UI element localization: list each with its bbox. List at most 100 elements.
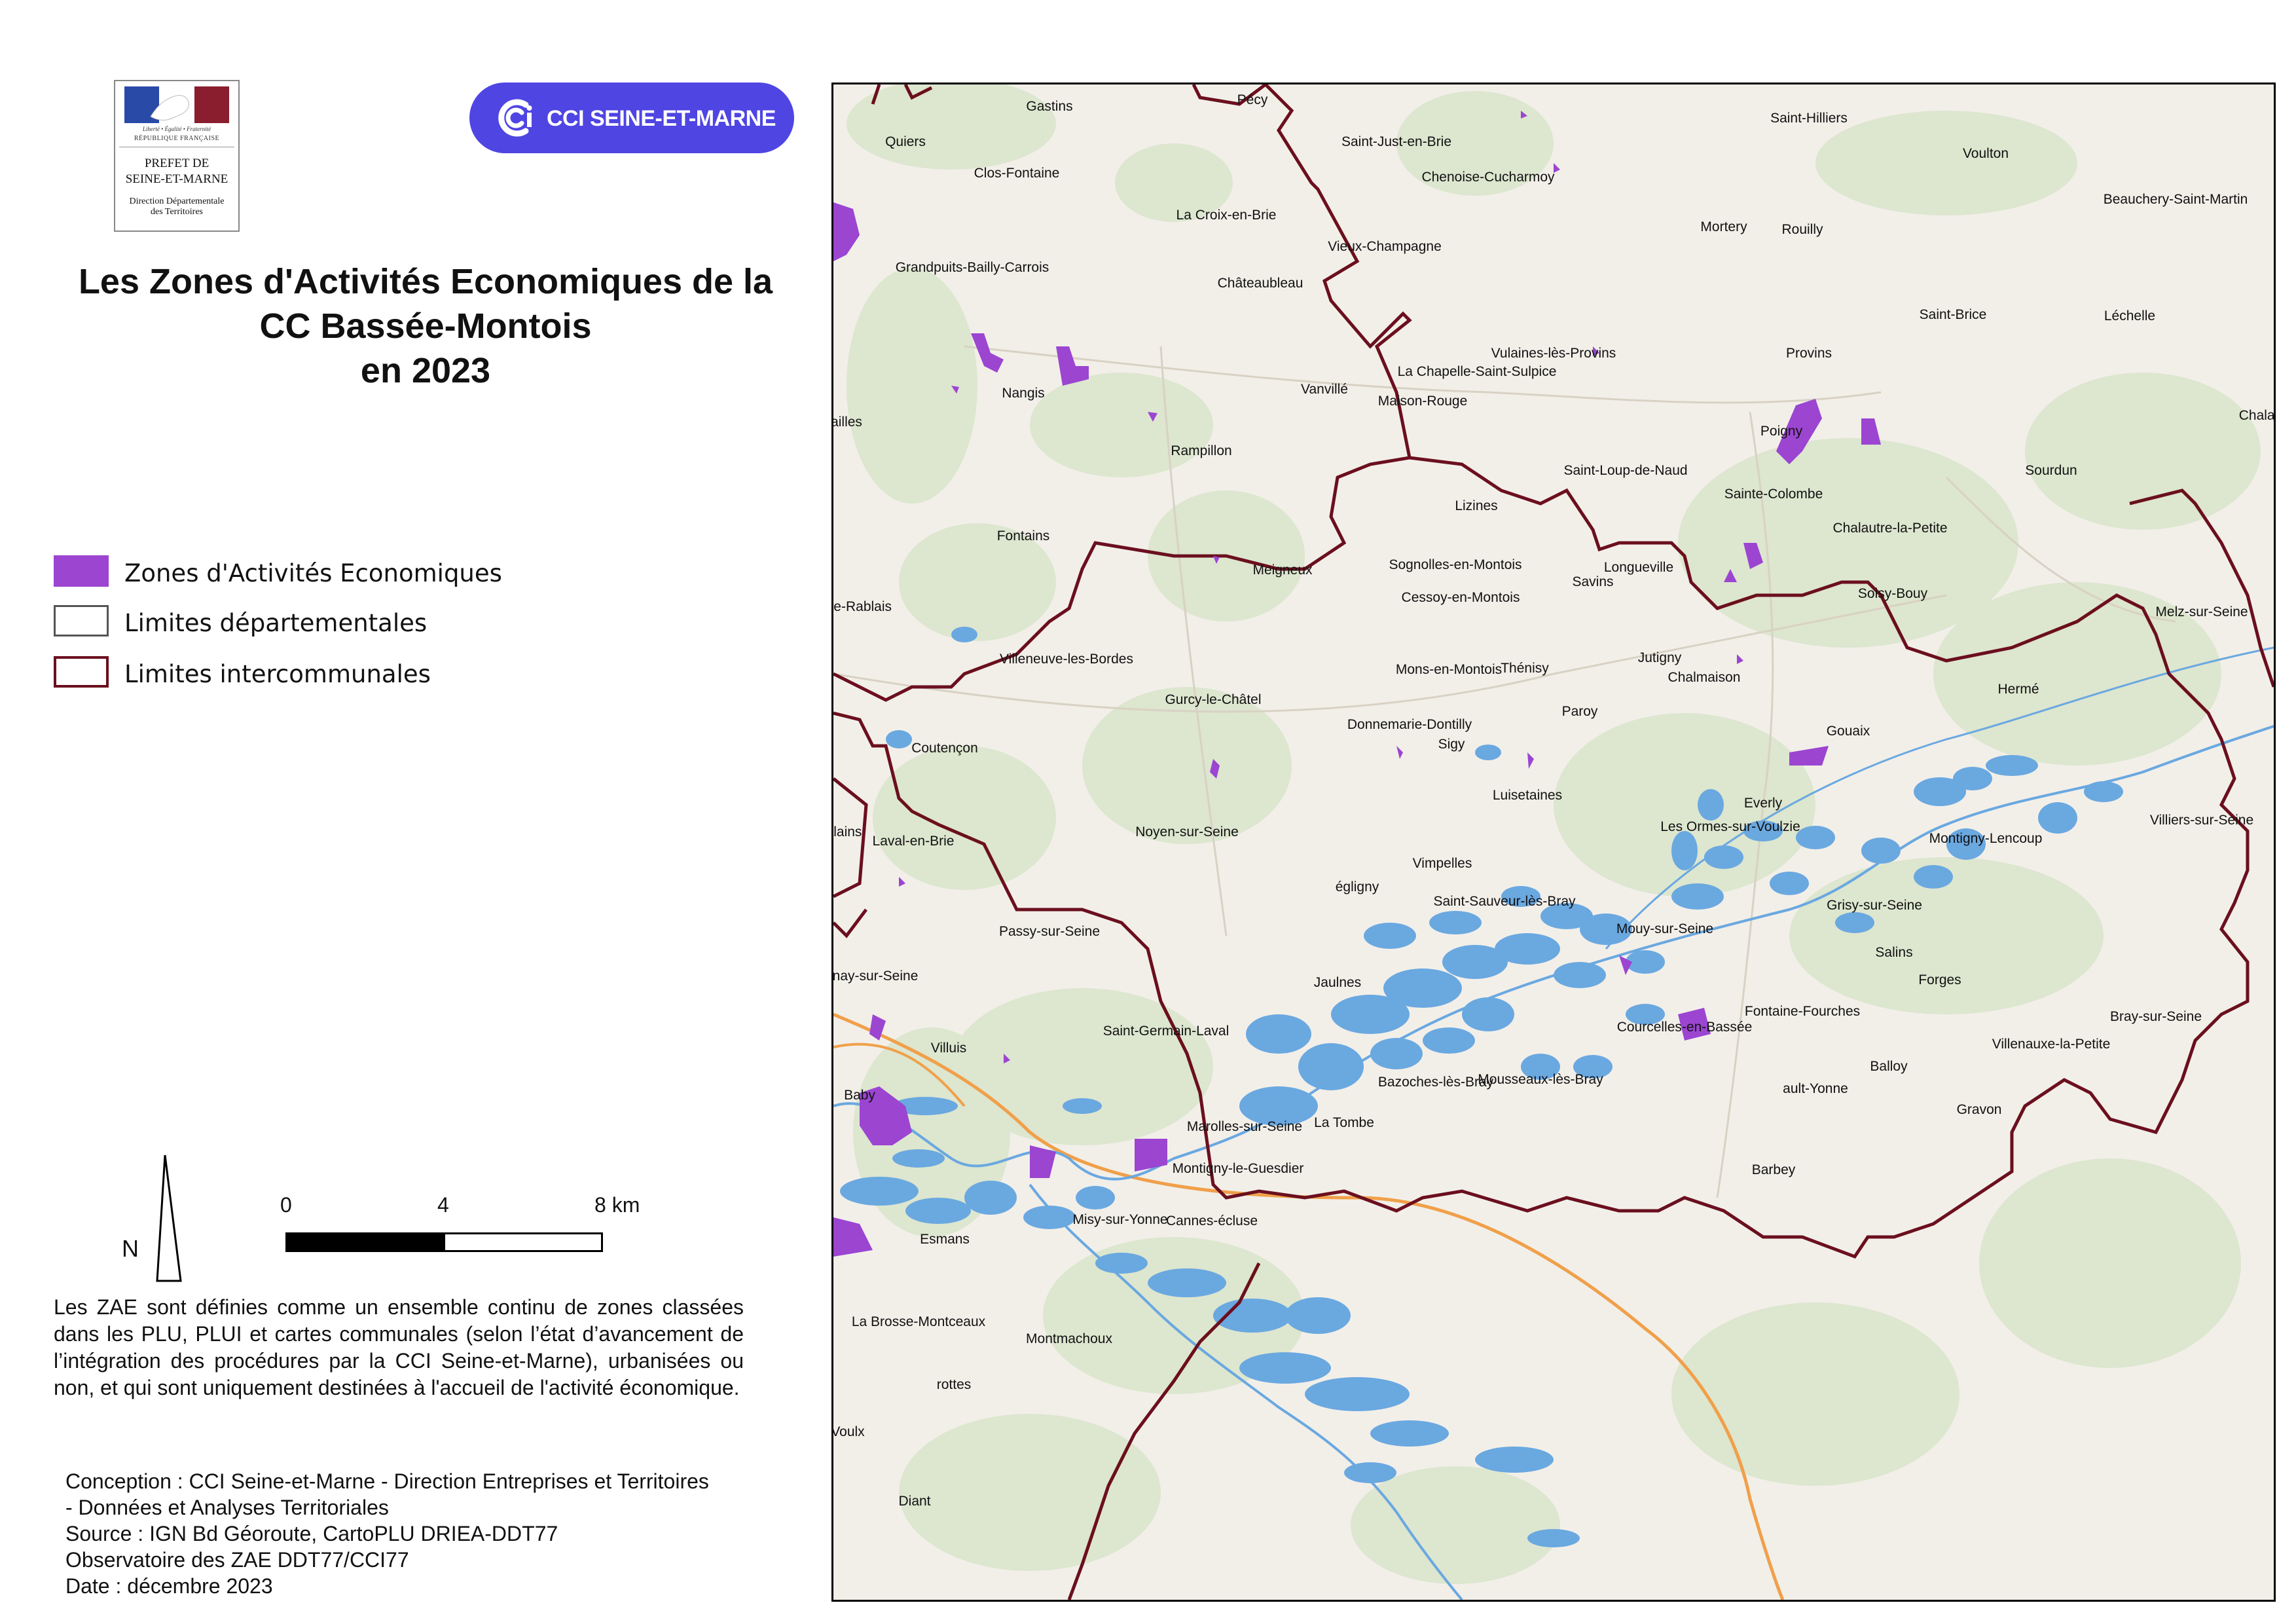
place-label: Montmachoux [1026, 1331, 1112, 1346]
place-label: Gastins [1026, 99, 1073, 114]
place-label: Saint-Hilliers [1770, 111, 1848, 126]
place-label: Villiers-sur-Seine [2149, 813, 2254, 828]
place-label: lle-Rablais [831, 599, 892, 614]
place-label: Saint-Loup-de-Naud [1563, 463, 1688, 478]
place-label: Beauchery-Saint-Martin [2103, 192, 2248, 207]
place-label: Esmans [920, 1232, 970, 1247]
place-label: Savins [1572, 574, 1614, 589]
cci-logo-icon [498, 99, 532, 137]
place-label: La Chapelle-Saint-Sulpice [1397, 364, 1557, 379]
place-label: Noyen-sur-Seine [1135, 824, 1239, 840]
place-label: Laval-en-Brie [872, 834, 955, 849]
place-label: Marolles-sur-Seine [1186, 1119, 1303, 1134]
map-frame[interactable]: Gastins Pécy Quiers Saint-Just-en-Brie Saint… [831, 83, 2276, 1602]
legend-label-intercommunales: Limites intercommunales [124, 660, 431, 688]
scale-bar: 0 4 8 km [275, 1193, 642, 1272]
marianne-flag-icon [124, 86, 229, 123]
place-label: Thénisy [1501, 661, 1549, 676]
place-label: La Brosse-Montceaux [851, 1314, 986, 1329]
map-canvas[interactable] [833, 84, 2274, 1600]
place-label: Mons-en-Montois [1395, 662, 1503, 677]
place-label: Rouilly [1781, 222, 1823, 237]
legend-label-zae: Zones d'Activités Economiques [124, 559, 502, 587]
place-label: rottes [936, 1377, 972, 1392]
place-label: Nangis [1002, 386, 1045, 401]
place-label: Châteaubleau [1217, 276, 1303, 291]
scale-tick-0: 0 [280, 1193, 292, 1217]
place-label: Bray-sur-Seine [2109, 1009, 2202, 1024]
title-line3: en 2023 [360, 351, 491, 390]
place-label: Montigny-le-Guesdier [1172, 1161, 1304, 1176]
scale-segment-white [443, 1232, 603, 1252]
title-line2: CC Bassée-Montois [259, 306, 592, 346]
zae-definition: Les ZAE sont définies comme un ensemble … [54, 1295, 744, 1399]
place-label: Misy-sur-Yonne [1072, 1212, 1168, 1227]
place-label: Villenauxe-la-Petite [1992, 1037, 2111, 1052]
prefet-line1: PREFET DE [144, 157, 210, 170]
place-label: Clos-Fontaine [974, 166, 1060, 181]
place-label: alains [833, 824, 862, 840]
place-label: Diant [898, 1494, 931, 1509]
place-label: Longueville [1603, 560, 1674, 575]
prefet-name: PREFET DE SEINE-ET-MARNE [115, 156, 238, 187]
place-label: Montigny-Lencoup [1929, 831, 2043, 846]
place-label: Saint-Germain-Laval [1102, 1024, 1230, 1039]
scale-tick-4: 4 [437, 1193, 449, 1217]
map-title: Les Zones d'Activités Economiques de la … [39, 259, 812, 393]
north-arrow: N [115, 1153, 194, 1283]
place-label: ault-Yonne [1783, 1081, 1848, 1096]
credits-line3: Source : IGN Bd Géoroute, CartoPLU DRIEA… [65, 1522, 558, 1545]
place-label: Balloy [1870, 1059, 1908, 1074]
place-label: Forges [1918, 972, 1961, 987]
scale-tick-8: 8 km [594, 1193, 640, 1217]
place-label: Chenoise-Cucharmoy [1421, 170, 1555, 185]
place-label: Soisy-Bouy [1857, 586, 1928, 601]
place-label: Sourdun [2025, 463, 2077, 478]
scale-segment-black [285, 1232, 445, 1252]
place-label: Lizines [1455, 498, 1498, 513]
forest-areas [847, 84, 2261, 1584]
place-label: Everly [1743, 796, 1783, 811]
legend-swatch-departements [54, 605, 109, 637]
legend-label-departements: Limites départementales [124, 609, 428, 637]
credits-line2: - Données et Analyses Territoriales [65, 1496, 389, 1519]
cci-badge: CCI SEINE-ET-MARNE [469, 83, 794, 153]
place-label: Salins [1875, 945, 1913, 960]
place-label: Barbey [1751, 1162, 1796, 1177]
place-label: Melz-sur-Seine [2155, 604, 2248, 619]
place-label: Bazoches-lès-Bray [1377, 1075, 1494, 1090]
ddt-name: Direction Départementale des Territoires [115, 196, 238, 217]
place-label: égligny [1335, 879, 1379, 895]
place-label: Saint-Brice [1919, 307, 1987, 322]
place-label: Donnemarie-Dontilly [1347, 717, 1472, 732]
place-label: Vulaines-lès-Provins [1491, 346, 1616, 361]
north-label: N [122, 1235, 139, 1262]
credits-line5: Date : décembre 2023 [65, 1574, 273, 1598]
place-label: Chalmaison [1667, 670, 1741, 685]
prefet-line2: SEINE-ET-MARNE [125, 172, 228, 186]
place-label: Voulx [831, 1424, 865, 1439]
place-label: Coutençon [911, 741, 978, 756]
place-label: Quiers [885, 134, 926, 149]
place-label: La Croix-en-Brie [1176, 208, 1277, 223]
place-label: Villuis [930, 1041, 967, 1056]
place-label: Vimpelles [1412, 856, 1472, 871]
place-label: Cessoy-en-Montois [1401, 590, 1520, 605]
place-label: Poigny [1760, 424, 1803, 439]
north-arrow-icon [156, 1154, 182, 1282]
place-label: Fontaine-Fourches [1744, 1004, 1861, 1019]
place-label: Gravon [1956, 1102, 2002, 1117]
place-label: Chalau [2238, 408, 2275, 423]
place-label: Sognolles-en-Montois [1389, 557, 1522, 572]
credits-line1: Conception : CCI Seine-et-Marne - Direct… [65, 1469, 709, 1493]
legend-swatch-zae [54, 555, 109, 587]
place-label: Châtenay-sur-Seine [832, 969, 919, 984]
place-label: Luisetaines [1492, 788, 1563, 803]
place-label: Baby [844, 1088, 875, 1103]
place-label: Paroy [1561, 704, 1598, 719]
place-label: Fontains [996, 528, 1050, 544]
place-label: Sigy [1438, 737, 1465, 752]
place-label: Grandpuits-Bailly-Carrois [895, 260, 1049, 275]
place-label: ailles [831, 415, 862, 430]
republique-text: RÉPUBLIQUE FRANÇAISE [134, 135, 220, 142]
